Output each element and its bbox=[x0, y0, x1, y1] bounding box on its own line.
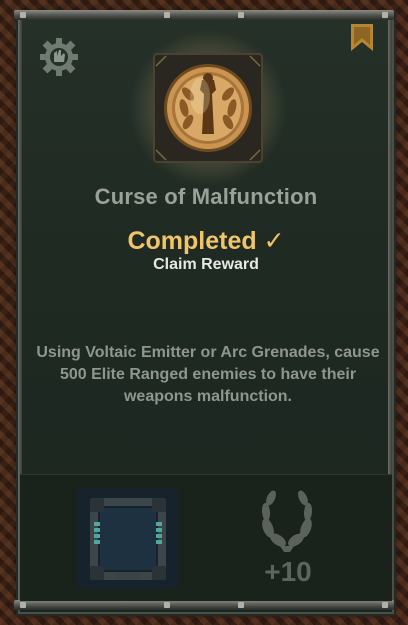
bookmark-icon[interactable] bbox=[350, 24, 374, 52]
achievement-description: Using Voltaic Emitter or Arc Grenades, c… bbox=[36, 344, 380, 405]
laurel-wreath-icon bbox=[261, 490, 313, 552]
claim-reward-button[interactable]: Claim Reward bbox=[20, 256, 392, 274]
achievement-title: Curse of Malfunction bbox=[94, 184, 318, 209]
gold-medal-icon bbox=[153, 53, 263, 163]
cog-fist-icon bbox=[40, 38, 78, 76]
card-frame-bottom bbox=[14, 600, 394, 610]
portrait-frame-icon[interactable] bbox=[78, 488, 178, 588]
reward-amount: +10 bbox=[264, 556, 312, 587]
completed-status: Completed ✓ bbox=[127, 227, 285, 255]
